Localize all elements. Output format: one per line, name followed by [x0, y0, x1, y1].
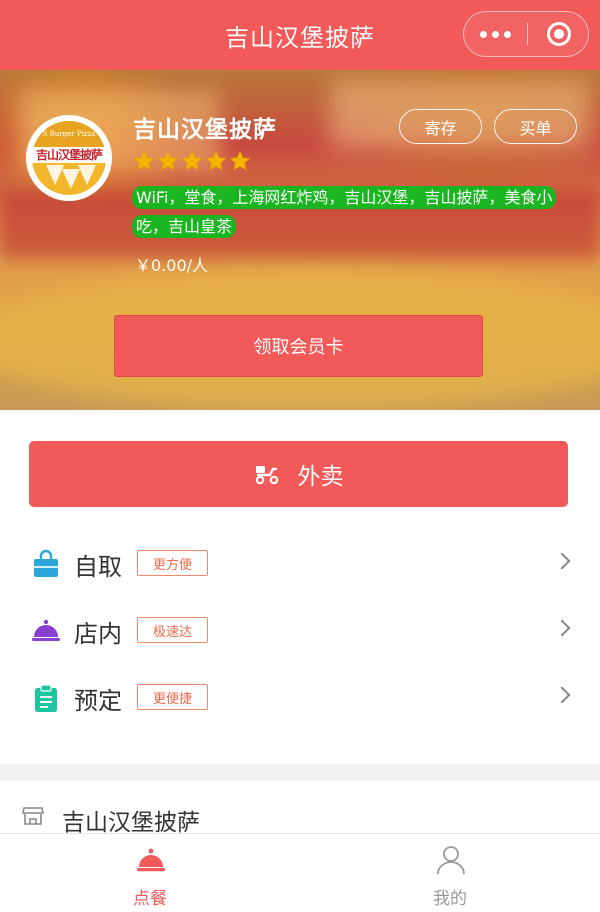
chevron-right-icon: [553, 686, 571, 704]
star-icon: [181, 150, 203, 171]
shop-hero-banner: S Burger Pizza 吉山汉堡披萨 吉山汉堡披萨 寄存 买单 WiFi，…: [0, 70, 600, 410]
shop-tags: WiFi，堂食，上海网红炸鸡，吉山汉堡，吉山披萨，美食小吃，吉山皇茶: [132, 183, 582, 241]
more-dots-icon[interactable]: [464, 12, 526, 56]
chevron-right-icon: [553, 619, 571, 637]
star-icon: [205, 150, 227, 171]
star-icon: [157, 150, 179, 171]
shop-logo: S Burger Pizza 吉山汉堡披萨: [26, 115, 112, 201]
section-divider: [0, 764, 600, 781]
chevron-right-icon: [553, 552, 571, 570]
tab-order-label: 点餐: [133, 889, 167, 909]
store-button[interactable]: 寄存: [399, 109, 482, 144]
reservation-badge: 更便捷: [137, 684, 208, 710]
shop-tags-text: WiFi，堂食，上海网红炸鸡，吉山汉堡，吉山披萨，美食小吃，吉山皇茶: [132, 186, 557, 238]
get-member-card-button[interactable]: 领取会员卡: [114, 315, 483, 377]
star-icon: [229, 150, 251, 171]
storefront-icon: [22, 807, 44, 825]
pay-bill-button[interactable]: 买单: [494, 109, 577, 144]
pickup-badge: 更方便: [137, 550, 208, 576]
tab-mine-label: 我的: [433, 889, 467, 909]
bottom-tab-bar: 点餐 我的: [0, 833, 600, 912]
reservation-label: 预定: [74, 687, 122, 715]
takeout-label: 外卖: [297, 464, 344, 490]
reservation-row[interactable]: 预定 更便捷: [0, 671, 600, 729]
pickup-row[interactable]: 自取 更方便: [0, 537, 600, 595]
shop-name: 吉山汉堡披萨: [133, 117, 277, 143]
clipboard-icon: [35, 684, 57, 712]
average-price: ￥0.00/人: [135, 256, 209, 275]
pickup-label: 自取: [74, 553, 122, 581]
scooter-icon: [255, 466, 278, 485]
food-cloche-icon: [32, 619, 60, 641]
takeout-button[interactable]: 外卖: [29, 441, 568, 507]
person-icon: [437, 846, 465, 875]
star-icon: [133, 150, 155, 171]
mini-program-capsule: [463, 11, 589, 57]
tab-mine[interactable]: 我的: [300, 834, 600, 912]
store-info-row[interactable]: 吉山汉堡披萨: [0, 781, 600, 836]
close-target-icon[interactable]: [528, 12, 590, 56]
shopping-bag-icon: [34, 549, 58, 577]
dine-in-label: 店内: [74, 620, 122, 648]
dine-in-row[interactable]: 店内 极速达: [0, 604, 600, 662]
food-cloche-icon: [137, 848, 165, 872]
store-name: 吉山汉堡披萨: [62, 810, 200, 836]
tab-order[interactable]: 点餐: [0, 834, 300, 912]
dine-in-badge: 极速达: [137, 617, 208, 643]
top-nav-bar: 吉山汉堡披萨: [0, 0, 600, 70]
rating-stars: [133, 150, 251, 172]
